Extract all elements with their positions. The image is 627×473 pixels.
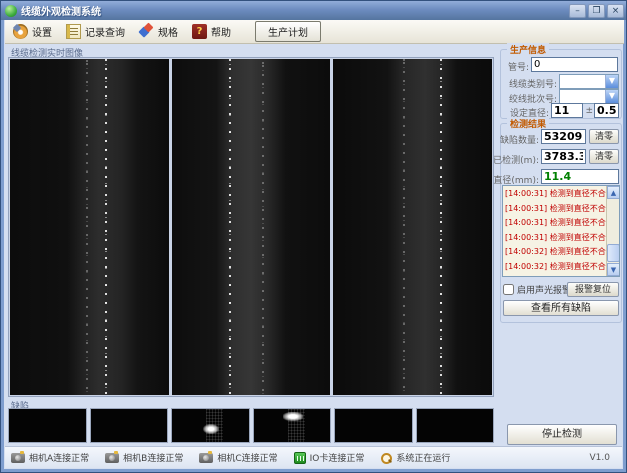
status-bar: 相机A连接正常 相机B连接正常 相机C连接正常 IO卡连接正常 系统正在运行 V…: [5, 446, 622, 468]
log-entry: [14:00:31] 检测到直径不合格: [503, 186, 619, 201]
log-entry: [14:00:31] 检测到直径不合格: [503, 201, 619, 216]
defect-thumbnail[interactable]: [90, 408, 169, 443]
wire-edge-highlight: [262, 59, 264, 395]
log-entry: [14:00:32] 检测到直径不合格: [503, 244, 619, 259]
log-entry: [14:00:31] 检测到直径不合格: [503, 215, 619, 230]
defect-thumbnail[interactable]: [171, 408, 250, 443]
wire-edge-highlight: [105, 59, 107, 395]
defect-count-label: 缺陷数量:: [491, 133, 539, 146]
tolerance-input[interactable]: [594, 103, 619, 118]
camera-icon: [11, 453, 25, 463]
camera-a-image: [10, 59, 169, 395]
defect-thumbnail[interactable]: [416, 408, 495, 443]
defect-thumbnail[interactable]: [334, 408, 413, 443]
camera-c-status: 相机C连接正常: [199, 451, 277, 464]
cable-type-label: 线缆类别号:: [489, 77, 557, 90]
log-entry: [14:00:32] 检测到直径不合格: [503, 259, 619, 274]
minimize-button[interactable]: –: [569, 4, 586, 18]
view-all-defects-button[interactable]: 查看所有缺陷: [503, 300, 619, 316]
set-diameter-input[interactable]: [551, 103, 583, 118]
defect-thumbnail[interactable]: [253, 408, 332, 443]
help-label: 帮助: [211, 24, 231, 39]
measured-length-value: [541, 149, 586, 164]
scroll-down-icon[interactable]: ▼: [607, 263, 620, 276]
specs-button[interactable]: 规格: [139, 24, 178, 39]
camera-c-status-text: 相机C连接正常: [217, 451, 277, 464]
records-query-button[interactable]: 记录查询: [66, 24, 125, 39]
log-entry: [14:00:31] 检测到直径不合格: [503, 230, 619, 245]
app-window: 线缆外观检测系统 – ❐ × 设置 记录查询 规格 ? 帮助 生产计划 线缆检测…: [0, 0, 627, 473]
log-scrollbar[interactable]: ▲ ▼: [606, 186, 619, 276]
io-card-icon: [294, 452, 306, 464]
alarm-log-list[interactable]: [14:00:31] 检测到直径不合格 [14:00:31] 检测到直径不合格 …: [502, 185, 620, 277]
help-icon: ?: [192, 24, 207, 39]
settings-button[interactable]: 设置: [13, 24, 52, 39]
production-plan-button[interactable]: 生产计划: [255, 21, 321, 42]
toolbar: 设置 记录查询 规格 ? 帮助 生产计划: [5, 20, 624, 44]
records-label: 记录查询: [85, 24, 125, 39]
io-card-status: IO卡连接正常: [294, 451, 365, 464]
camera-c-image: [333, 59, 492, 395]
defect-thumbnail-strip: [8, 408, 494, 443]
defect-count-value: [541, 129, 586, 144]
io-card-status-text: IO卡连接正常: [310, 451, 365, 464]
measured-length-label: 已检测(m):: [489, 153, 539, 166]
specs-label: 规格: [158, 24, 178, 39]
camera-a-status: 相机A连接正常: [11, 451, 89, 464]
cable-type-select[interactable]: ▼: [559, 74, 619, 89]
scroll-up-icon[interactable]: ▲: [607, 186, 620, 199]
defect-thumbnail[interactable]: [8, 408, 87, 443]
camera-b-image: [172, 59, 331, 395]
camera-b-status: 相机B连接正常: [105, 451, 183, 464]
help-button[interactable]: ? 帮助: [192, 24, 231, 39]
app-icon: [5, 5, 17, 17]
version-label: V1.0: [590, 453, 616, 463]
camera-icon: [105, 453, 119, 463]
production-info-title: 生产信息: [507, 43, 549, 56]
chevron-down-icon[interactable]: ▼: [605, 75, 618, 88]
live-image-view: [8, 57, 494, 397]
clear-defects-button[interactable]: 清零: [589, 129, 619, 144]
camera-b-status-text: 相机B连接正常: [123, 451, 183, 464]
wire-edge-highlight: [403, 59, 405, 395]
diameter-result-value: [541, 169, 619, 184]
system-running-text: 系统正在运行: [396, 451, 450, 464]
wire-edge-highlight: [229, 59, 231, 395]
close-button[interactable]: ×: [607, 4, 624, 18]
window-title: 线缆外观检测系统: [21, 3, 569, 18]
wire-edge-highlight: [86, 59, 88, 395]
plus-minus-sign: ±: [585, 106, 593, 116]
specs-icon: [139, 24, 154, 39]
camera-a-status-text: 相机A连接正常: [29, 451, 89, 464]
stop-detection-button[interactable]: 停止检测: [507, 424, 617, 445]
alarm-reset-button[interactable]: 报警复位: [567, 282, 619, 297]
batch-number-label: 绞线批次号:: [489, 92, 557, 105]
camera-icon: [199, 453, 213, 463]
sound-light-alarm-label: 启用声光报警: [517, 283, 571, 296]
system-running-status: 系统正在运行: [380, 451, 450, 464]
wire-edge-highlight: [440, 59, 442, 395]
scrollbar-thumb[interactable]: [607, 244, 620, 262]
sound-light-alarm-checkbox[interactable]: [503, 284, 514, 295]
settings-icon: [13, 24, 28, 39]
clear-length-button[interactable]: 清零: [589, 149, 619, 164]
chevron-down-icon[interactable]: ▼: [605, 90, 618, 103]
batch-number-select[interactable]: ▼: [559, 89, 619, 104]
title-bar: 线缆外观检测系统 – ❐ ×: [1, 1, 627, 20]
records-icon: [66, 24, 81, 39]
restore-button[interactable]: ❐: [588, 4, 605, 18]
settings-label: 设置: [32, 24, 52, 39]
tube-number-label: 管号:: [489, 60, 529, 73]
magnifier-icon: [380, 452, 392, 464]
tube-number-input[interactable]: [531, 57, 618, 72]
